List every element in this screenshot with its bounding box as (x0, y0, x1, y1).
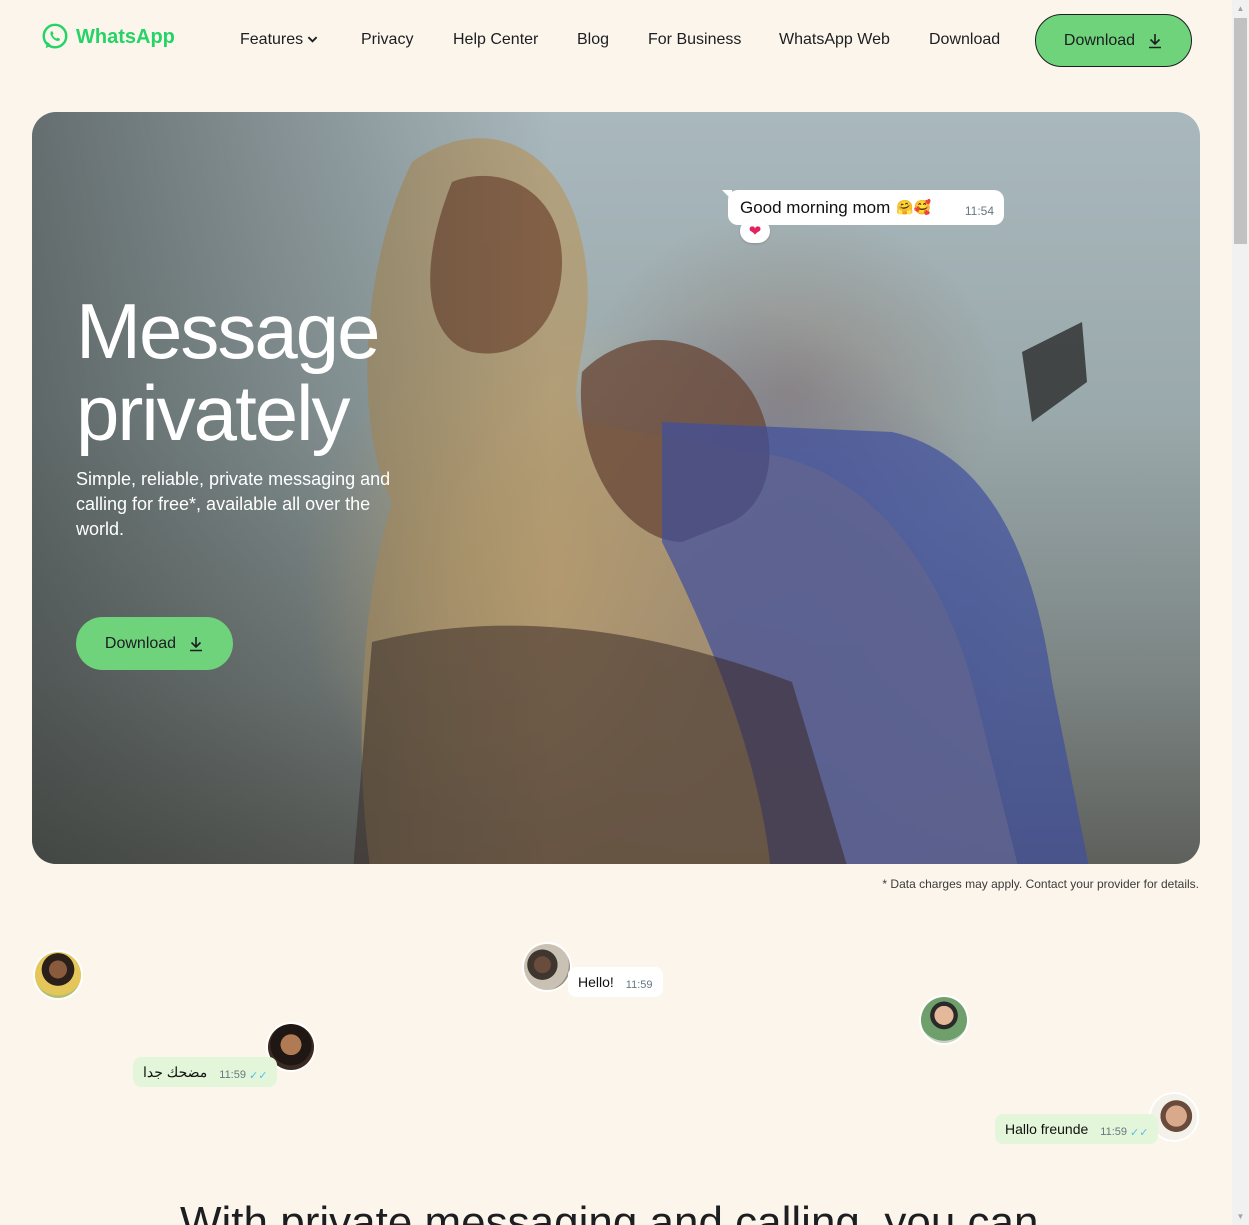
chat-bubble: Hallo freunde 11:59 ✓✓ (995, 1114, 1159, 1144)
hero-chat-bubble-time: 11:54 (964, 204, 994, 218)
scrollbar-thumb[interactable] (1234, 18, 1247, 244)
top-navigation: WhatsApp Features Privacy Help Center Bl… (0, 0, 1232, 80)
chat-bubble-text: مضحك جدا (143, 1063, 208, 1080)
avatar (33, 950, 83, 1000)
scroll-down-arrow-icon[interactable]: ▼ (1236, 1212, 1245, 1221)
double-check-icon: ✓✓ (248, 1069, 268, 1082)
chevron-down-icon (307, 36, 318, 43)
scrollbar[interactable]: ▲ ▼ (1232, 0, 1249, 1225)
chat-bubble: مضحك جدا 11:59 ✓✓ (133, 1057, 278, 1087)
nav-features-label: Features (240, 31, 304, 48)
nav-download[interactable]: Download (929, 31, 1000, 49)
hero-title-line-1: Message (76, 287, 381, 375)
hero-title: Message privately (76, 290, 496, 454)
hero-chat-bubble: Good morning mom 🤗🥰 11:54 (722, 190, 1004, 225)
data-charges-footnote: * Data charges may apply. Contact your p… (882, 877, 1199, 891)
emoji-icon: 🤗🥰 (896, 199, 932, 215)
double-check-icon: ✓✓ (1130, 1126, 1149, 1139)
nav-help-center[interactable]: Help Center (453, 31, 538, 49)
chat-bubble-text: Hallo freunde (1005, 1121, 1089, 1137)
brand-name: WhatsApp (76, 25, 175, 48)
nav-blog[interactable]: Blog (577, 31, 609, 49)
whatsapp-logo-icon (42, 23, 68, 49)
chat-bubble: Hello! 11:59 (568, 967, 663, 997)
download-icon (190, 636, 203, 651)
hero-download-button-label: Download (104, 634, 177, 652)
chat-bubble-time: 11:59 (625, 979, 653, 991)
nav-features[interactable]: Features (240, 31, 318, 49)
heart-reaction-icon: ❤ (740, 219, 770, 243)
hero-title-line-2: privately (76, 369, 350, 457)
hero-section: Message privately Simple, reliable, priv… (32, 112, 1200, 864)
hero-download-button[interactable]: Download (76, 617, 233, 670)
nav-download-button[interactable]: Download (1035, 14, 1192, 67)
avatar (919, 995, 969, 1045)
chat-bubble-time: 11:59 (1100, 1126, 1127, 1138)
section-heading: With private messaging and calling, you … (180, 1198, 1039, 1225)
nav-for-business[interactable]: For Business (648, 31, 741, 49)
download-icon (1149, 33, 1162, 48)
avatar (522, 942, 572, 992)
nav-privacy[interactable]: Privacy (361, 31, 413, 49)
hero-subtitle: Simple, reliable, private messaging and … (76, 469, 391, 539)
hero-chat-bubble-text: Good morning mom (740, 197, 891, 217)
nav-whatsapp-web[interactable]: WhatsApp Web (779, 31, 890, 49)
whatsapp-logo[interactable]: WhatsApp (40, 22, 175, 52)
scroll-up-arrow-icon[interactable]: ▲ (1236, 4, 1245, 13)
chat-bubble-text: Hello! (578, 974, 614, 990)
chat-bubble-time: 11:59 (219, 1069, 246, 1081)
nav-download-button-label: Download (1063, 31, 1136, 49)
